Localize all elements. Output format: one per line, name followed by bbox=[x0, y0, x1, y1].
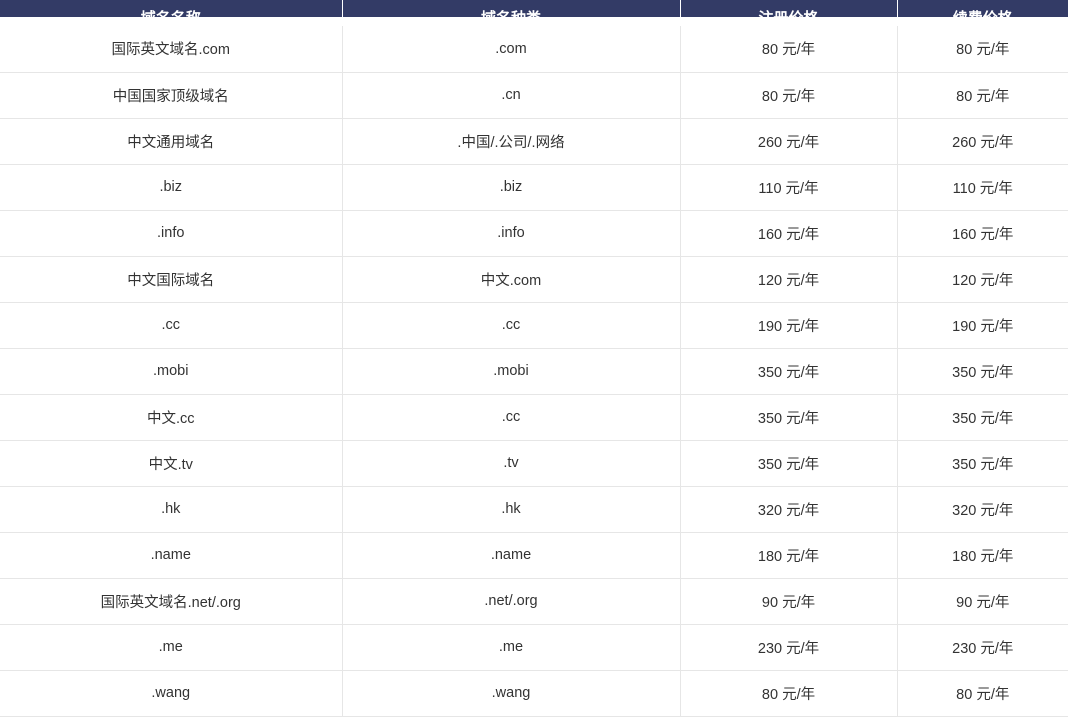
table-row: .me .me 230 元/年 230 元/年 bbox=[0, 624, 1068, 671]
table-row: .cc .cc 190 元/年 190 元/年 bbox=[0, 302, 1068, 349]
cell-reg_price: 90 元/年 bbox=[680, 578, 898, 625]
cell-name: .cc bbox=[0, 302, 343, 349]
cell-renew_price: 80 元/年 bbox=[897, 26, 1068, 73]
table-header-row: 域名名称 域名种类 注册价格 续费价格 bbox=[0, 0, 1068, 26]
cell-reg_price: 350 元/年 bbox=[680, 348, 898, 395]
cell-renew_price: 110 元/年 bbox=[897, 164, 1068, 211]
cell-name: .biz bbox=[0, 164, 343, 211]
cell-renew_price: 350 元/年 bbox=[897, 394, 1068, 441]
cell-name: .me bbox=[0, 624, 343, 671]
cell-reg_price: 190 元/年 bbox=[680, 302, 898, 349]
cell-name: 中文国际域名 bbox=[0, 256, 343, 303]
table-row: 中文.tv .tv 350 元/年 350 元/年 bbox=[0, 440, 1068, 487]
cell-type: .com bbox=[342, 26, 681, 73]
cell-reg_price: 320 元/年 bbox=[680, 486, 898, 533]
cell-renew_price: 120 元/年 bbox=[897, 256, 1068, 303]
cell-type: .info bbox=[342, 210, 681, 257]
column-header-domain-name: 域名名称 bbox=[0, 0, 343, 26]
table-header: 域名名称 域名种类 注册价格 续费价格 bbox=[0, 0, 1068, 26]
table-row: .mobi .mobi 350 元/年 350 元/年 bbox=[0, 348, 1068, 395]
cell-reg_price: 350 元/年 bbox=[680, 440, 898, 487]
cell-type: .cc bbox=[342, 302, 681, 349]
table-row: 中文通用域名 .中国/.公司/.网络 260 元/年 260 元/年 bbox=[0, 118, 1068, 165]
cell-reg_price: 80 元/年 bbox=[680, 670, 898, 717]
table-row: .wang .wang 80 元/年 80 元/年 bbox=[0, 670, 1068, 717]
cell-renew_price: 230 元/年 bbox=[897, 624, 1068, 671]
cell-name: 中文通用域名 bbox=[0, 118, 343, 165]
cell-type: .cn bbox=[342, 72, 681, 119]
cell-renew_price: 350 元/年 bbox=[897, 348, 1068, 395]
cell-renew_price: 180 元/年 bbox=[897, 532, 1068, 579]
cell-renew_price: 260 元/年 bbox=[897, 118, 1068, 165]
cell-name: .hk bbox=[0, 486, 343, 533]
cell-reg_price: 160 元/年 bbox=[680, 210, 898, 257]
cell-type: .biz bbox=[342, 164, 681, 211]
cell-type: .tv bbox=[342, 440, 681, 487]
cell-reg_price: 110 元/年 bbox=[680, 164, 898, 211]
cell-reg_price: 120 元/年 bbox=[680, 256, 898, 303]
cell-reg_price: 180 元/年 bbox=[680, 532, 898, 579]
table-row: 中文国际域名 中文.com 120 元/年 120 元/年 bbox=[0, 256, 1068, 303]
cell-type: .me bbox=[342, 624, 681, 671]
column-header-renewal-price: 续费价格 bbox=[897, 0, 1068, 26]
cell-renew_price: 90 元/年 bbox=[897, 578, 1068, 625]
table-row: 国际英文域名.net/.org .net/.org 90 元/年 90 元/年 bbox=[0, 578, 1068, 625]
cell-renew_price: 350 元/年 bbox=[897, 440, 1068, 487]
cell-name: 国际英文域名.com bbox=[0, 26, 343, 73]
cell-renew_price: 80 元/年 bbox=[897, 72, 1068, 119]
column-header-domain-name-label: 域名名称 bbox=[140, 10, 201, 27]
column-header-registration-price: 注册价格 bbox=[680, 0, 898, 26]
table-row: 国际英文域名.com .com 80 元/年 80 元/年 bbox=[0, 26, 1068, 73]
cell-renew_price: 80 元/年 bbox=[897, 670, 1068, 717]
column-header-domain-type: 域名种类 bbox=[342, 0, 681, 26]
column-header-renewal-price-label: 续费价格 bbox=[952, 10, 1013, 27]
cell-name: 中国国家顶级域名 bbox=[0, 72, 343, 119]
cell-type: .name bbox=[342, 532, 681, 579]
cell-type: .net/.org bbox=[342, 578, 681, 625]
cell-reg_price: 350 元/年 bbox=[680, 394, 898, 441]
cell-reg_price: 260 元/年 bbox=[680, 118, 898, 165]
cell-name: .name bbox=[0, 532, 343, 579]
cell-type: 中文.com bbox=[342, 256, 681, 303]
cell-reg_price: 230 元/年 bbox=[680, 624, 898, 671]
cell-renew_price: 320 元/年 bbox=[897, 486, 1068, 533]
table-row: 中文.cc .cc 350 元/年 350 元/年 bbox=[0, 394, 1068, 441]
table-row: .hk .hk 320 元/年 320 元/年 bbox=[0, 486, 1068, 533]
cell-reg_price: 80 元/年 bbox=[680, 72, 898, 119]
column-header-domain-type-label: 域名种类 bbox=[480, 10, 541, 27]
cell-reg_price: 80 元/年 bbox=[680, 26, 898, 73]
cell-type: .mobi bbox=[342, 348, 681, 395]
cell-renew_price: 160 元/年 bbox=[897, 210, 1068, 257]
cell-name: .info bbox=[0, 210, 343, 257]
cell-name: 国际英文域名.net/.org bbox=[0, 578, 343, 625]
cell-name: .wang bbox=[0, 670, 343, 717]
table-body: 国际英文域名.com .com 80 元/年 80 元/年 中国国家顶级域名 .cn 80 … bbox=[0, 26, 1068, 717]
table-row: .name .name 180 元/年 180 元/年 bbox=[0, 532, 1068, 579]
cell-type: .中国/.公司/.网络 bbox=[342, 118, 681, 165]
cell-name: 中文.tv bbox=[0, 440, 343, 487]
column-header-registration-price-label: 注册价格 bbox=[758, 10, 819, 27]
cell-name: .mobi bbox=[0, 348, 343, 395]
cell-name: 中文.cc bbox=[0, 394, 343, 441]
cell-type: .wang bbox=[342, 670, 681, 717]
domain-price-table: 域名名称 域名种类 注册价格 续费价格 国际英文域名.com .com 80 元/年… bbox=[0, 0, 1068, 717]
table-row: 中国国家顶级域名 .cn 80 元/年 80 元/年 bbox=[0, 72, 1068, 119]
cell-renew_price: 190 元/年 bbox=[897, 302, 1068, 349]
table-row: .info .info 160 元/年 160 元/年 bbox=[0, 210, 1068, 257]
cell-type: .cc bbox=[342, 394, 681, 441]
cell-type: .hk bbox=[342, 486, 681, 533]
table-row: .biz .biz 110 元/年 110 元/年 bbox=[0, 164, 1068, 211]
